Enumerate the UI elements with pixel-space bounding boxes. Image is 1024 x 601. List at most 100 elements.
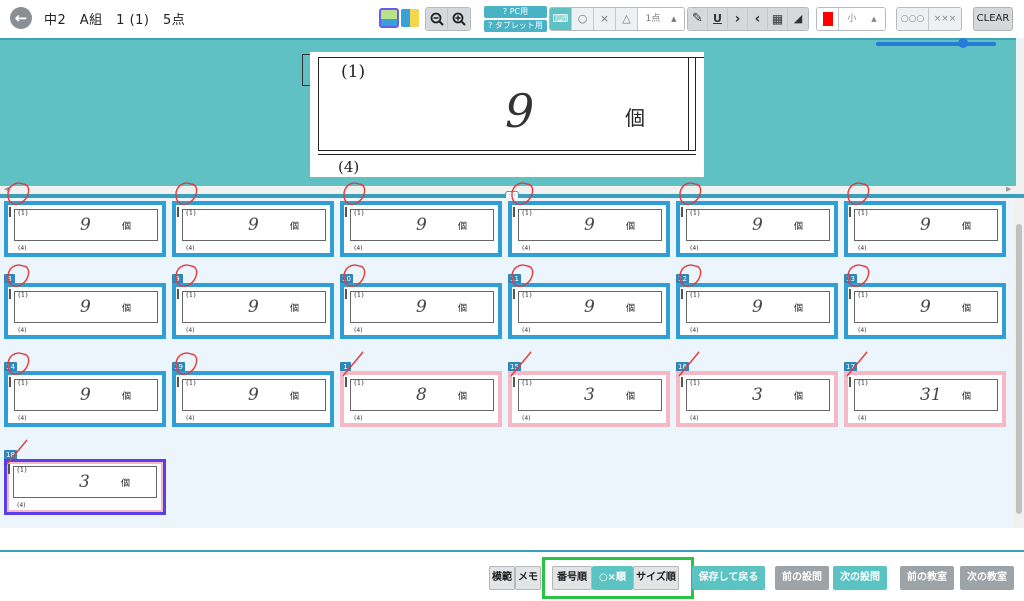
zoom-slider[interactable] xyxy=(876,38,996,48)
answer-cell[interactable]: (1) 9 個 (4) xyxy=(4,182,166,257)
preview-vertical-scrollbar[interactable] xyxy=(1016,38,1024,194)
answer-card: (1) 9 個 (4) xyxy=(508,283,670,339)
scoring-app: ← 中2 A組 1 (1) 5点 ? PC用 ? タブレット用 ⌨ ○ × △ … xyxy=(0,0,1024,601)
answer-card: (1) 9 個 (4) xyxy=(676,201,838,257)
student-answer: 9 xyxy=(80,297,91,317)
next-question-button[interactable]: 次の設問 xyxy=(833,566,887,590)
eraser-icon[interactable]: ◢ xyxy=(788,8,808,30)
stamp-crosses-button[interactable]: ××× xyxy=(929,8,961,30)
next-question-number: (4) xyxy=(18,245,27,252)
answer-cell[interactable]: 14 (1) 9 個 (4) xyxy=(4,352,166,427)
question-number: (1) xyxy=(858,291,868,299)
answer-card: (1) 9 個 (4) xyxy=(676,283,838,339)
right-frame xyxy=(688,57,704,151)
next-question-number: (4) xyxy=(354,327,363,334)
answer-cell[interactable]: 19 (1) 9 個 (4) xyxy=(172,352,334,427)
answer-cell[interactable]: (1) 9 個 (4) xyxy=(172,182,334,257)
student-answer: 9 xyxy=(80,215,91,235)
frame-edge xyxy=(681,289,683,299)
answer-cell[interactable]: 11 (1) 9 個 (4) xyxy=(508,264,670,339)
prev-class-button[interactable]: 前の教室 xyxy=(900,566,954,590)
answer-cell[interactable]: 10 (1) 9 個 (4) xyxy=(340,264,502,339)
answer-cell[interactable]: (1) 9 個 (4) xyxy=(676,182,838,257)
layout-vertical-icon[interactable] xyxy=(401,9,419,27)
student-answer: 9 xyxy=(752,297,763,317)
answer-unit: 個 xyxy=(962,304,972,314)
pencil-icon[interactable]: ✎ xyxy=(688,8,708,30)
model-answer-button[interactable]: 模範 xyxy=(489,566,515,590)
next-question-number: (4) xyxy=(186,327,195,334)
memo-button[interactable]: メモ xyxy=(515,566,541,590)
keyboard-icon[interactable]: ⌨ xyxy=(550,8,572,30)
answer-unit: 個 xyxy=(458,304,468,314)
answer-cell[interactable]: 15 (1) 3 個 (4) xyxy=(508,351,670,427)
answer-cell[interactable]: 1 (1) 8 個 (4) xyxy=(340,351,502,427)
answer-card: (1) 31 個 (4) xyxy=(844,371,1006,427)
answer-cell[interactable]: (1) 9 個 (4) xyxy=(508,182,670,257)
student-answer: 9 xyxy=(584,297,595,317)
prev-question-button[interactable]: 前の設問 xyxy=(775,566,829,590)
student-answer: 9 xyxy=(80,385,91,405)
next-question-number: (4) xyxy=(18,415,27,422)
mark-cross-button[interactable]: × xyxy=(594,8,616,30)
question-number: (1) xyxy=(354,379,364,387)
calculator-icon[interactable]: ▦ xyxy=(768,8,788,30)
student-answer: 9 xyxy=(505,84,535,138)
underline-icon[interactable]: U xyxy=(708,8,728,30)
back-arrow-icon[interactable]: ← xyxy=(10,7,32,29)
next-class-button[interactable]: 次の教室 xyxy=(960,566,1014,590)
slider-thumb[interactable] xyxy=(958,38,968,48)
answer-box: (1) 9 個 xyxy=(318,57,696,151)
sort-by-size-button[interactable]: サイズ順 xyxy=(633,566,679,590)
sort-by-mark-button[interactable]: ○×順 xyxy=(592,566,633,590)
answer-card: (1) 3 個 (4) xyxy=(676,371,838,427)
answer-cell[interactable]: 8 (1) 9 個 (4) xyxy=(4,264,166,339)
grid-scrollbar[interactable] xyxy=(1014,198,1024,528)
next-question-number: (4) xyxy=(522,327,531,334)
stamp-group: ○○○ ××× xyxy=(896,7,962,31)
answer-cell[interactable]: 12 (1) 9 個 (4) xyxy=(676,264,838,339)
answer-cell[interactable]: 16 (1) 3 個 (4) xyxy=(676,351,838,427)
answer-card: (1) 9 個 (4) xyxy=(340,201,502,257)
answer-cell[interactable]: 9 (1) 9 個 (4) xyxy=(172,264,334,339)
answer-cell[interactable]: 18 (1) 3 個 (4) xyxy=(4,439,166,515)
student-answer: 9 xyxy=(752,215,763,235)
answer-unit: 個 xyxy=(962,392,972,402)
answer-cell[interactable]: 13 (1) 9 個 (4) xyxy=(844,264,1006,339)
next-question-number: (4) xyxy=(18,327,27,334)
next-question-number: (4) xyxy=(690,415,699,422)
next-question-number: (4) xyxy=(17,502,26,509)
greater-than-icon[interactable]: › xyxy=(728,8,748,30)
frame-edge xyxy=(513,377,515,387)
pen-color-swatch[interactable] xyxy=(817,8,839,30)
mark-circle-button[interactable]: ○ xyxy=(572,8,594,30)
zoom-out-icon[interactable] xyxy=(426,8,448,30)
answer-cell[interactable]: 17 (1) 31 個 (4) xyxy=(844,351,1006,427)
scrollbar-thumb[interactable] xyxy=(1016,224,1022,514)
question-number: (1) xyxy=(690,291,700,299)
zoom-in-icon[interactable] xyxy=(448,8,470,30)
answer-preview-pane: (1) 9 個 (4) xyxy=(0,38,1016,186)
answer-cell[interactable]: (1) 9 個 (4) xyxy=(340,182,502,257)
layout-horizontal-icon[interactable] xyxy=(379,8,399,28)
pc-mode-button[interactable]: ? PC用 xyxy=(484,6,547,18)
frame-edge xyxy=(849,377,851,387)
answer-cell[interactable]: (1) 9 個 (4) xyxy=(844,182,1006,257)
score-select[interactable]: 1点 ▲ xyxy=(638,8,684,30)
mark-triangle-button[interactable]: △ xyxy=(616,8,638,30)
answer-unit: 個 xyxy=(794,304,804,314)
frame-edge xyxy=(681,377,683,387)
next-question-number: (4) xyxy=(354,245,363,252)
clear-button[interactable]: CLEAR xyxy=(973,7,1013,31)
less-than-icon[interactable]: ‹ xyxy=(748,8,768,30)
stamp-circles-button[interactable]: ○○○ xyxy=(897,8,929,30)
answer-card: (1) 8 個 (4) xyxy=(340,371,502,427)
pen-size-select[interactable]: 小 ▲ xyxy=(839,8,885,30)
tablet-mode-button[interactable]: ? タブレット用 xyxy=(484,20,547,32)
student-answer: 9 xyxy=(248,297,259,317)
sort-by-number-button[interactable]: 番号順 xyxy=(552,566,592,590)
question-number: (1) xyxy=(341,62,366,82)
answer-card: (1) 9 個 (4) xyxy=(844,283,1006,339)
save-and-back-button[interactable]: 保存して戻る xyxy=(692,566,765,590)
answer-card: (1) 9 個 (4) xyxy=(508,201,670,257)
